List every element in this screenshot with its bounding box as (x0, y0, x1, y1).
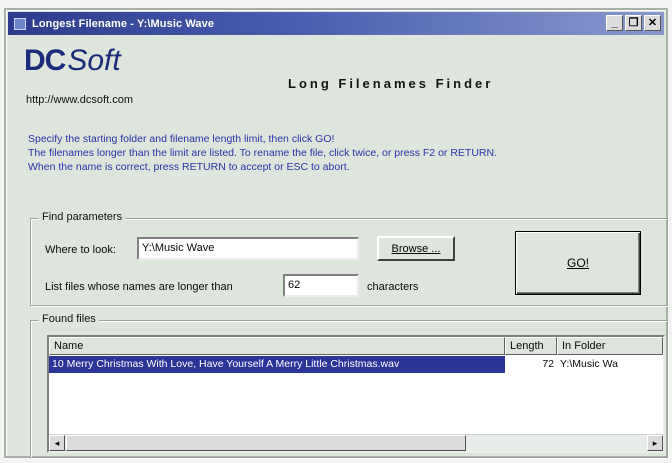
file-folder-cell: Y:\Music Wa (560, 358, 618, 370)
where-to-look-input[interactable]: Y:\Music Wave (137, 237, 359, 260)
browse-label: Browse ... (391, 242, 441, 255)
app-icon (14, 17, 26, 30)
scroll-right-icon[interactable]: ▸ (647, 435, 663, 451)
found-files-group: Found files Name Length In Folder 10 Mer… (30, 313, 668, 458)
instructions: Specify the starting folder and filename… (28, 132, 658, 174)
horizontal-scrollbar[interactable]: ◂ ▸ (49, 434, 663, 451)
close-button[interactable]: ✕ (644, 15, 661, 31)
scroll-left-icon[interactable]: ◂ (49, 435, 65, 451)
file-length-cell: 72 (542, 358, 554, 370)
instruction-line: When the name is correct, press RETURN t… (28, 161, 350, 173)
where-to-look-label: Where to look: (45, 244, 116, 256)
go-label: GO! (566, 256, 589, 270)
length-limit-input[interactable]: 62 (283, 274, 359, 297)
column-header-length[interactable]: Length (505, 337, 557, 355)
logo-dc-text: DC (24, 44, 66, 77)
app-heading: Long Filenames Finder (288, 76, 494, 91)
find-parameters-title: Find parameters (39, 211, 126, 223)
instruction-line: Specify the starting folder and filename… (28, 133, 335, 145)
found-files-title: Found files (39, 313, 99, 325)
window-controls: _ ❐ ✕ (606, 15, 661, 31)
scroll-thumb[interactable] (66, 435, 466, 451)
list-header: Name Length In Folder (49, 337, 663, 355)
column-header-folder[interactable]: In Folder (557, 337, 663, 355)
length-limit-label: List files whose names are longer than (45, 281, 233, 293)
table-row[interactable]: 10 Merry Christmas With Love, Have Yours… (49, 356, 663, 373)
minimize-button[interactable]: _ (606, 15, 623, 31)
main-window: Longest Filename - Y:\Music Wave _ ❐ ✕ D… (4, 8, 668, 458)
found-files-list[interactable]: Name Length In Folder 10 Merry Christmas… (47, 335, 665, 453)
characters-label: characters (367, 281, 419, 293)
go-button[interactable]: GO! (515, 231, 641, 295)
find-parameters-group: Find parameters Where to look: Y:\Music … (30, 211, 668, 306)
column-header-name[interactable]: Name (49, 337, 505, 355)
title-bar[interactable]: Longest Filename - Y:\Music Wave _ ❐ ✕ (8, 12, 664, 35)
window-title: Longest Filename - Y:\Music Wave (32, 17, 215, 30)
restore-button[interactable]: ❐ (625, 15, 642, 31)
logo-soft-text: Soft (67, 44, 121, 77)
dcsoft-logo: DC Soft (24, 42, 121, 76)
instruction-line: The filenames longer than the limit are … (28, 147, 497, 159)
file-name-cell[interactable]: 10 Merry Christmas With Love, Have Yours… (49, 356, 505, 373)
browse-button[interactable]: Browse ... (377, 236, 455, 261)
company-url: http://www.dcsoft.com (26, 94, 133, 106)
